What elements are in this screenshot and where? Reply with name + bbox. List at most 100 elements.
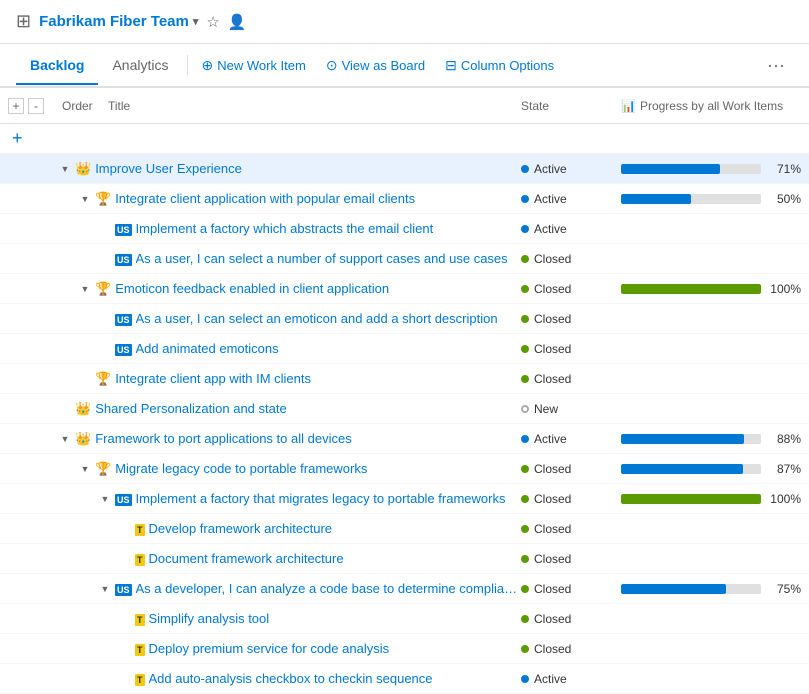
- expand-icon[interactable]: ▼: [78, 464, 92, 474]
- story-icon: US: [115, 251, 132, 266]
- item-title[interactable]: Framework to port applications to all de…: [95, 431, 521, 446]
- person-add-icon[interactable]: 👤: [228, 13, 247, 31]
- table-row[interactable]: ▼ US Implement a factory that migrates l…: [0, 484, 809, 514]
- item-title[interactable]: Emoticon feedback enabled in client appl…: [115, 281, 521, 296]
- table-row[interactable]: T Develop framework architecture Closed: [0, 514, 809, 544]
- table-row[interactable]: US Implement a factory which abstracts t…: [0, 214, 809, 244]
- new-work-item-button[interactable]: ⊕ New Work Item: [192, 51, 316, 80]
- nav-bar: Backlog Analytics ⊕ New Work Item ⊙ View…: [0, 44, 809, 88]
- item-title[interactable]: As a user, I can select an emoticon and …: [136, 311, 521, 326]
- table-row[interactable]: ▼ 🏆 Emoticon feedback enabled in client …: [0, 274, 809, 304]
- state-dot: [521, 195, 529, 203]
- state-label: Closed: [534, 252, 571, 266]
- view-as-board-button[interactable]: ⊙ View as Board: [316, 51, 435, 80]
- table-row[interactable]: T Deploy premium service for code analys…: [0, 634, 809, 664]
- add-work-item-button[interactable]: +: [8, 128, 58, 149]
- collapse-all-icon[interactable]: -: [28, 98, 44, 114]
- expand-icon[interactable]: ▼: [58, 434, 72, 444]
- table-header: + - Order Title State 📊 Progress by all …: [0, 88, 809, 124]
- progress-cell: 88%: [621, 432, 801, 446]
- task-icon: T: [135, 671, 145, 686]
- progress-cell: 75%: [621, 582, 801, 596]
- state-label: Closed: [534, 642, 571, 656]
- item-title[interactable]: Improve User Experience: [95, 161, 500, 176]
- column-options-button[interactable]: ⊟ Column Options: [435, 51, 564, 80]
- item-title[interactable]: Document framework architecture: [149, 551, 522, 566]
- state-label: Active: [534, 672, 567, 686]
- state-label: Active: [534, 432, 567, 446]
- table-row[interactable]: ▼ US As a developer, I can analyze a cod…: [0, 574, 809, 604]
- state-dot: [521, 465, 529, 473]
- table-row[interactable]: 🏆 Integrate client app with IM clients C…: [0, 364, 809, 394]
- progress-bar-fill: [621, 194, 691, 204]
- tab-backlog[interactable]: Backlog: [16, 47, 98, 85]
- new-work-item-label: New Work Item: [217, 58, 306, 73]
- header-icons: ☆ 👤: [206, 13, 246, 31]
- add-row: +: [0, 124, 809, 154]
- state-label: Closed: [534, 522, 571, 536]
- expand-all-icon[interactable]: +: [8, 98, 24, 114]
- item-state: Active: [521, 192, 621, 206]
- expand-icon[interactable]: ▼: [98, 584, 112, 594]
- expand-icon[interactable]: ▼: [58, 164, 72, 174]
- expand-icon[interactable]: ▼: [98, 494, 112, 504]
- story-icon: US: [115, 311, 132, 326]
- table-row[interactable]: ▼ 🏆 Migrate legacy code to portable fram…: [0, 454, 809, 484]
- state-dot: [521, 645, 529, 653]
- table-row[interactable]: US As a user, I can select an emoticon a…: [0, 304, 809, 334]
- progress-pct-label: 88%: [767, 432, 801, 446]
- table-row[interactable]: ▼ 🏆 Integrate client application with po…: [0, 184, 809, 214]
- item-title[interactable]: Integrate client application with popula…: [115, 191, 521, 206]
- expand-icon[interactable]: ▼: [78, 194, 92, 204]
- epic-icon: 👑: [75, 401, 91, 417]
- table-row[interactable]: 👑 Shared Personalization and state New: [0, 394, 809, 424]
- table-row[interactable]: ▼ 👑 Framework to port applications to al…: [0, 424, 809, 454]
- progress-bar-fill: [621, 494, 761, 504]
- col-order-header: Order: [58, 99, 108, 113]
- item-title[interactable]: Develop framework architecture: [149, 521, 522, 536]
- expand-icon[interactable]: ▼: [78, 284, 92, 294]
- star-icon[interactable]: ☆: [206, 13, 219, 31]
- table-row[interactable]: T Add auto-analysis checkbox to checkin …: [0, 664, 809, 694]
- item-title[interactable]: Implement a factory which abstracts the …: [136, 221, 521, 236]
- item-title[interactable]: As a developer, I can analyze a code bas…: [136, 581, 521, 596]
- progress-cell: 50%: [621, 192, 801, 206]
- item-title[interactable]: Integrate client app with IM clients: [115, 371, 521, 386]
- item-state: Active: [521, 432, 621, 446]
- progress-pct-label: 100%: [767, 282, 801, 296]
- item-title[interactable]: Implement a factory that migrates legacy…: [136, 491, 521, 506]
- state-dot: [521, 405, 529, 413]
- progress-pct-label: 71%: [767, 162, 801, 176]
- table-row[interactable]: US As a user, I can select a number of s…: [0, 244, 809, 274]
- work-items-list: ▼ 👑 Improve User Experience ··· Active 7…: [0, 154, 809, 694]
- progress-cell: 100%: [621, 282, 801, 296]
- tab-analytics[interactable]: Analytics: [98, 47, 182, 85]
- nav-more-button[interactable]: ···: [759, 51, 793, 80]
- chart-icon: 📊: [621, 99, 636, 113]
- col-title-header: Title: [108, 99, 521, 113]
- team-chevron-icon[interactable]: ▾: [193, 15, 199, 28]
- table-row[interactable]: US Add animated emoticons Closed: [0, 334, 809, 364]
- item-state: Closed: [521, 552, 621, 566]
- item-title[interactable]: Migrate legacy code to portable framewor…: [115, 461, 521, 476]
- table-row[interactable]: T Simplify analysis tool Closed: [0, 604, 809, 634]
- item-title[interactable]: As a user, I can select a number of supp…: [136, 251, 521, 266]
- item-title[interactable]: Simplify analysis tool: [149, 611, 522, 626]
- item-title[interactable]: Add animated emoticons: [136, 341, 521, 356]
- team-name-label: Fabrikam Fiber Team: [39, 13, 189, 30]
- table-row[interactable]: T Document framework architecture Closed: [0, 544, 809, 574]
- table-row[interactable]: ▼ 👑 Improve User Experience ··· Active 7…: [0, 154, 809, 184]
- state-label: Closed: [534, 612, 571, 626]
- item-state: Closed: [521, 342, 621, 356]
- progress-bar-bg: [621, 284, 761, 294]
- state-dot: [521, 525, 529, 533]
- feature-icon: 🏆: [95, 191, 111, 207]
- item-title[interactable]: Shared Personalization and state: [95, 401, 521, 416]
- item-title[interactable]: Deploy premium service for code analysis: [149, 641, 522, 656]
- state-label: Closed: [534, 462, 571, 476]
- team-name[interactable]: Fabrikam Fiber Team ▾: [39, 13, 198, 30]
- feature-icon: 🏆: [95, 281, 111, 297]
- plus-circle-icon: ⊕: [202, 57, 214, 74]
- item-title[interactable]: Add auto-analysis checkbox to checkin se…: [149, 671, 522, 686]
- feature-icon: 🏆: [95, 461, 111, 477]
